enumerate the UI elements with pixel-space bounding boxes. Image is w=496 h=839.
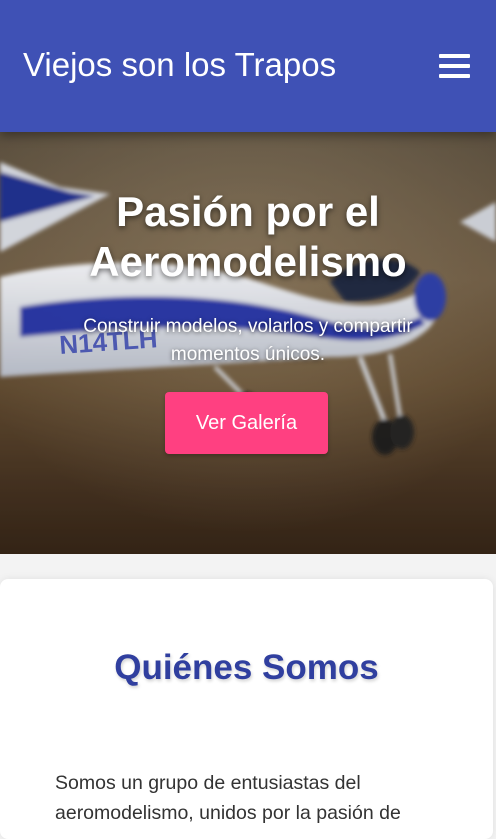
hero-title: Pasión por el Aeromodelismo [89,188,407,285]
hamburger-menu-icon[interactable] [434,50,474,82]
about-section: Quiénes Somos Somos un grupo de entusias… [0,579,493,839]
menu-bar [439,74,470,78]
gallery-button[interactable]: Ver Galería [165,392,328,454]
hero-subtitle: Construir modelos, volarlos y compartir … [83,316,413,365]
hero-section: N14TLH Pasión por el Aeromodelismo Const… [0,132,496,554]
about-text: Somos un grupo de entusiastas del aeromo… [55,772,401,824]
site-header: Viejos son los Trapos [0,0,496,132]
menu-bar [439,54,470,58]
site-title[interactable]: Viejos son los Trapos [23,45,336,85]
about-title: Quiénes Somos [114,648,379,687]
menu-bar [439,64,470,68]
